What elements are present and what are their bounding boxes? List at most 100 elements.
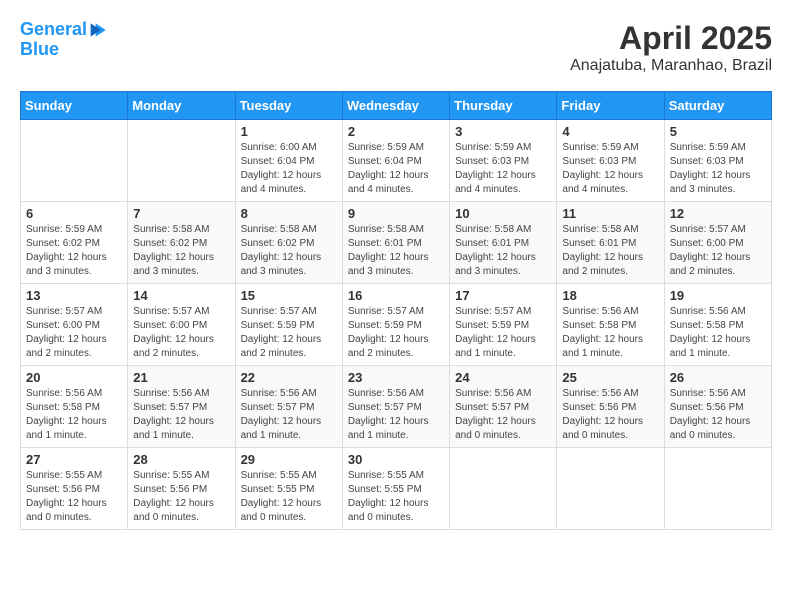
day-number: 21 (133, 370, 229, 385)
day-number: 28 (133, 452, 229, 467)
calendar-cell: 17 Sunrise: 5:57 AM Sunset: 5:59 PM Dayli… (450, 284, 557, 366)
day-number: 14 (133, 288, 229, 303)
calendar-header-row: SundayMondayTuesdayWednesdayThursdayFrid… (21, 92, 772, 120)
day-info: Sunrise: 5:57 AM Sunset: 5:59 PM Dayligh… (241, 305, 337, 361)
calendar-cell (664, 448, 771, 530)
calendar-cell: 28 Sunrise: 5:55 AM Sunset: 5:56 PM Dayli… (128, 448, 235, 530)
day-number: 20 (26, 370, 122, 385)
day-info: Sunrise: 5:56 AM Sunset: 5:58 PM Dayligh… (562, 305, 658, 361)
logo-text: General (20, 20, 87, 40)
day-info: Sunrise: 5:59 AM Sunset: 6:03 PM Dayligh… (562, 141, 658, 197)
day-number: 4 (562, 124, 658, 139)
day-number: 22 (241, 370, 337, 385)
day-number: 17 (455, 288, 551, 303)
calendar-week-row: 1 Sunrise: 6:00 AM Sunset: 6:04 PM Daylig… (21, 120, 772, 202)
day-info: Sunrise: 5:57 AM Sunset: 6:00 PM Dayligh… (670, 223, 766, 279)
calendar-cell (450, 448, 557, 530)
day-number: 12 (670, 206, 766, 221)
day-number: 30 (348, 452, 444, 467)
day-number: 27 (26, 452, 122, 467)
calendar-header-sunday: Sunday (21, 92, 128, 120)
day-info: Sunrise: 5:57 AM Sunset: 5:59 PM Dayligh… (455, 305, 551, 361)
calendar-cell: 3 Sunrise: 5:59 AM Sunset: 6:03 PM Daylig… (450, 120, 557, 202)
calendar-header-friday: Friday (557, 92, 664, 120)
day-info: Sunrise: 5:56 AM Sunset: 5:56 PM Dayligh… (670, 387, 766, 443)
day-info: Sunrise: 5:59 AM Sunset: 6:02 PM Dayligh… (26, 223, 122, 279)
calendar-week-row: 20 Sunrise: 5:56 AM Sunset: 5:58 PM Dayli… (21, 366, 772, 448)
calendar-cell: 7 Sunrise: 5:58 AM Sunset: 6:02 PM Daylig… (128, 202, 235, 284)
day-number: 11 (562, 206, 658, 221)
day-number: 25 (562, 370, 658, 385)
logo-icon (89, 20, 109, 40)
calendar-cell: 30Sunrise: 5:55 AM Sunset: 5:55 PM Dayli… (342, 448, 449, 530)
calendar-header-monday: Monday (128, 92, 235, 120)
calendar-cell: 19 Sunrise: 5:56 AM Sunset: 5:58 PM Dayli… (664, 284, 771, 366)
day-info: Sunrise: 5:56 AM Sunset: 5:58 PM Dayligh… (670, 305, 766, 361)
calendar-cell: 11 Sunrise: 5:58 AM Sunset: 6:01 PM Dayli… (557, 202, 664, 284)
calendar-header-saturday: Saturday (664, 92, 771, 120)
calendar-cell: 20 Sunrise: 5:56 AM Sunset: 5:58 PM Dayli… (21, 366, 128, 448)
calendar-cell: 23 Sunrise: 5:56 AM Sunset: 5:57 PM Dayli… (342, 366, 449, 448)
day-info: Sunrise: 5:58 AM Sunset: 6:01 PM Dayligh… (562, 223, 658, 279)
day-number: 18 (562, 288, 658, 303)
page-title: April 2025 (570, 20, 772, 57)
day-info: Sunrise: 5:55 AM Sunset: 5:55 PM Dayligh… (241, 469, 337, 525)
calendar-cell: 25 Sunrise: 5:56 AM Sunset: 5:56 PM Dayli… (557, 366, 664, 448)
calendar-week-row: 13 Sunrise: 5:57 AM Sunset: 6:00 PM Dayli… (21, 284, 772, 366)
day-info: Sunrise: 5:57 AM Sunset: 6:00 PM Dayligh… (133, 305, 229, 361)
day-number: 8 (241, 206, 337, 221)
day-number: 7 (133, 206, 229, 221)
day-number: 29 (241, 452, 337, 467)
day-info: Sunrise: 5:56 AM Sunset: 5:57 PM Dayligh… (133, 387, 229, 443)
day-info: Sunrise: 5:55 AM Sunset: 5:56 PM Dayligh… (133, 469, 229, 525)
day-number: 9 (348, 206, 444, 221)
calendar-cell: 18 Sunrise: 5:56 AM Sunset: 5:58 PM Dayli… (557, 284, 664, 366)
day-number: 15 (241, 288, 337, 303)
calendar-cell (557, 448, 664, 530)
day-info: Sunrise: 5:56 AM Sunset: 5:57 PM Dayligh… (455, 387, 551, 443)
day-info: Sunrise: 5:56 AM Sunset: 5:56 PM Dayligh… (562, 387, 658, 443)
calendar-week-row: 27 Sunrise: 5:55 AM Sunset: 5:56 PM Dayli… (21, 448, 772, 530)
day-number: 23 (348, 370, 444, 385)
calendar-cell: 13Sunrise: 5:57 AM Sunset: 6:00 PM Dayli… (21, 284, 128, 366)
day-info: Sunrise: 5:59 AM Sunset: 6:03 PM Dayligh… (670, 141, 766, 197)
day-number: 26 (670, 370, 766, 385)
calendar-cell: 12 Sunrise: 5:57 AM Sunset: 6:00 PM Dayli… (664, 202, 771, 284)
day-info: Sunrise: 5:56 AM Sunset: 5:58 PM Dayligh… (26, 387, 122, 443)
day-number: 5 (670, 124, 766, 139)
logo: General Blue (20, 20, 109, 60)
calendar-cell: 24 Sunrise: 5:56 AM Sunset: 5:57 PM Dayli… (450, 366, 557, 448)
day-info: Sunrise: 5:58 AM Sunset: 6:01 PM Dayligh… (455, 223, 551, 279)
calendar-cell: 29 Sunrise: 5:55 AM Sunset: 5:55 PM Dayli… (235, 448, 342, 530)
calendar-cell (21, 120, 128, 202)
calendar-cell: 4 Sunrise: 5:59 AM Sunset: 6:03 PM Daylig… (557, 120, 664, 202)
day-info: Sunrise: 6:00 AM Sunset: 6:04 PM Dayligh… (241, 141, 337, 197)
day-number: 1 (241, 124, 337, 139)
calendar-table: SundayMondayTuesdayWednesdayThursdayFrid… (20, 91, 772, 530)
calendar-header-wednesday: Wednesday (342, 92, 449, 120)
day-number: 13 (26, 288, 122, 303)
day-info: Sunrise: 5:58 AM Sunset: 6:01 PM Dayligh… (348, 223, 444, 279)
day-number: 19 (670, 288, 766, 303)
day-info: Sunrise: 5:55 AM Sunset: 5:56 PM Dayligh… (26, 469, 122, 525)
calendar-cell: 10 Sunrise: 5:58 AM Sunset: 6:01 PM Dayli… (450, 202, 557, 284)
day-number: 3 (455, 124, 551, 139)
calendar-week-row: 6Sunrise: 5:59 AM Sunset: 6:02 PM Daylig… (21, 202, 772, 284)
calendar-cell (128, 120, 235, 202)
calendar-header-thursday: Thursday (450, 92, 557, 120)
header: General Blue April 2025 Anajatuba, Maran… (20, 20, 772, 75)
title-area: April 2025 Anajatuba, Maranhao, Brazil (570, 20, 772, 75)
day-info: Sunrise: 5:58 AM Sunset: 6:02 PM Dayligh… (133, 223, 229, 279)
calendar-header-tuesday: Tuesday (235, 92, 342, 120)
day-info: Sunrise: 5:59 AM Sunset: 6:03 PM Dayligh… (455, 141, 551, 197)
day-info: Sunrise: 5:56 AM Sunset: 5:57 PM Dayligh… (241, 387, 337, 443)
calendar-cell: 16Sunrise: 5:57 AM Sunset: 5:59 PM Dayli… (342, 284, 449, 366)
day-info: Sunrise: 5:59 AM Sunset: 6:04 PM Dayligh… (348, 141, 444, 197)
day-number: 10 (455, 206, 551, 221)
calendar-cell: 14 Sunrise: 5:57 AM Sunset: 6:00 PM Dayli… (128, 284, 235, 366)
calendar-cell: 27 Sunrise: 5:55 AM Sunset: 5:56 PM Dayli… (21, 448, 128, 530)
day-info: Sunrise: 5:57 AM Sunset: 5:59 PM Dayligh… (348, 305, 444, 361)
day-number: 24 (455, 370, 551, 385)
day-info: Sunrise: 5:56 AM Sunset: 5:57 PM Dayligh… (348, 387, 444, 443)
calendar-cell: 8Sunrise: 5:58 AM Sunset: 6:02 PM Daylig… (235, 202, 342, 284)
